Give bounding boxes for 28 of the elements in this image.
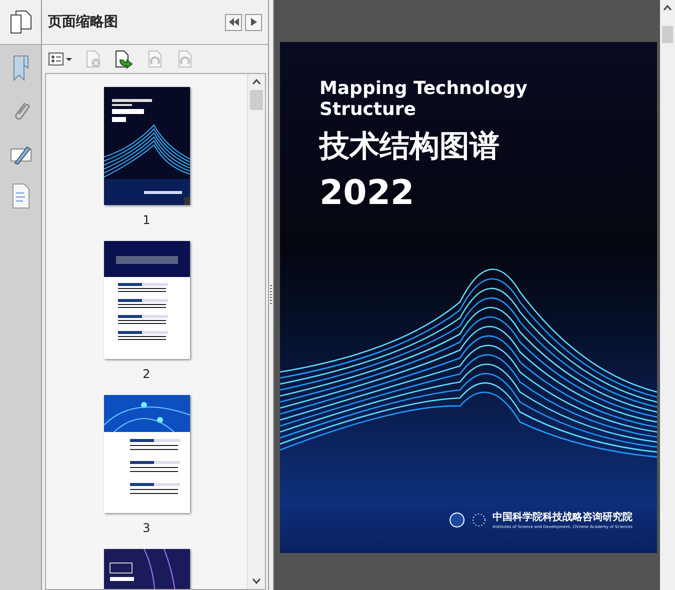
collapse-panel-button[interactable] bbox=[225, 14, 242, 30]
english-title: Mapping Technology Structure bbox=[320, 78, 528, 120]
insert-tool-button[interactable] bbox=[114, 50, 134, 68]
chinese-title: 技术结构图谱 bbox=[320, 128, 500, 166]
options-tool-button[interactable] bbox=[48, 52, 72, 66]
rotate-page-icon bbox=[146, 50, 164, 68]
delete-page-icon bbox=[84, 50, 102, 68]
scrollbar-thumb[interactable] bbox=[250, 90, 263, 110]
panel-title: 页面缩略图 bbox=[48, 13, 119, 31]
document-icon[interactable] bbox=[10, 183, 30, 209]
dotted-logo-icon bbox=[470, 512, 486, 528]
pages-icon[interactable] bbox=[10, 10, 32, 34]
emblem-icon bbox=[448, 512, 464, 528]
scroll-up-icon[interactable] bbox=[252, 79, 261, 85]
next-button[interactable] bbox=[245, 14, 262, 30]
rotate-page-icon bbox=[176, 50, 194, 68]
double-left-arrow-icon bbox=[228, 18, 238, 26]
page-number: 3 bbox=[142, 521, 150, 535]
insert-page-icon bbox=[114, 50, 134, 68]
options-menu-icon bbox=[48, 52, 72, 66]
page-number: 1 bbox=[142, 213, 150, 227]
scroll-down-icon[interactable] bbox=[252, 578, 261, 584]
organization-name: 中国科学院科技战略咨询研究院 bbox=[492, 510, 632, 524]
year-text: 2022 bbox=[320, 173, 416, 213]
scroll-up-icon[interactable] bbox=[663, 5, 672, 11]
right-arrow-icon bbox=[250, 18, 256, 26]
scrollbar-thumb[interactable] bbox=[662, 26, 673, 43]
page-number: 2 bbox=[142, 367, 150, 381]
